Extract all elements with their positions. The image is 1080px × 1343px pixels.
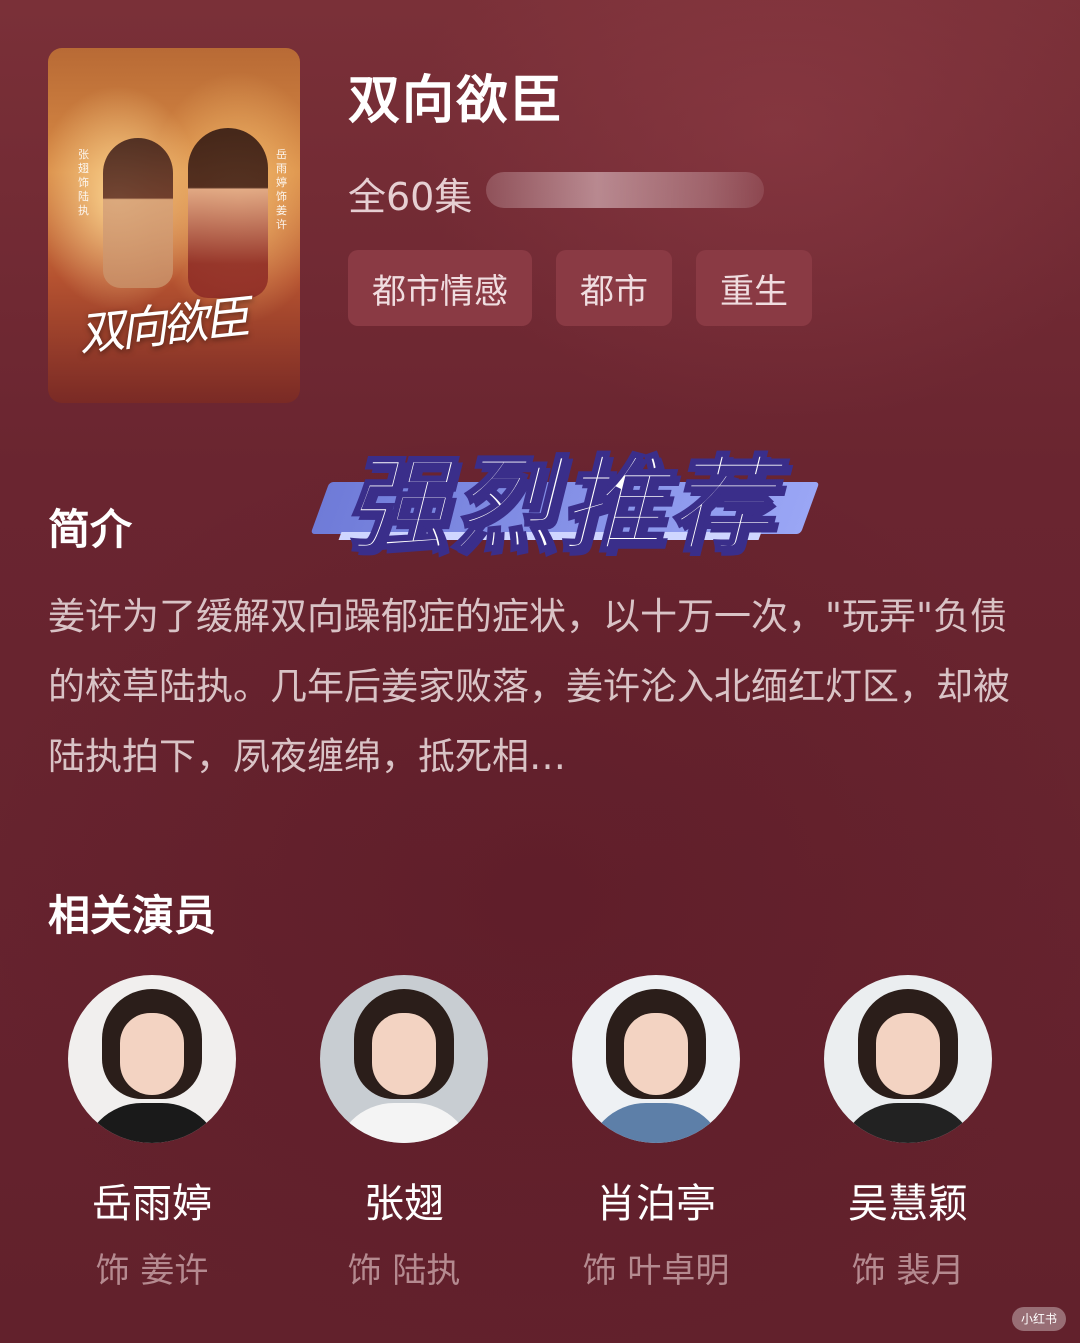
tag-chip[interactable]: 都市 <box>556 250 672 326</box>
actor-card[interactable]: 岳雨婷 饰 姜许 <box>26 975 278 1292</box>
actor-avatar[interactable] <box>824 975 992 1143</box>
avatar-face <box>876 1013 940 1095</box>
avatar-shirt <box>334 1103 474 1143</box>
actor-role: 饰 姜许 <box>95 1251 209 1291</box>
synopsis-text[interactable]: 姜许为了缓解双向躁郁症的症状，以十万一次，"玩弄"负债的校草陆执。几年后姜家败落… <box>48 582 1038 792</box>
tag-chip[interactable]: 重生 <box>696 250 812 326</box>
actor-role: 饰 陆执 <box>347 1251 461 1291</box>
drama-poster[interactable]: 张翅 饰 陆执 岳雨婷 饰 姜许 双向欲臣 <box>48 48 300 403</box>
poster-figure-male <box>103 138 173 288</box>
poster-title-art: 双向欲臣 <box>76 290 249 362</box>
tag-chip[interactable]: 都市情感 <box>348 250 532 326</box>
blurred-redaction <box>486 172 764 208</box>
avatar-shirt <box>586 1103 726 1143</box>
watermark-logo: 小红书 <box>1012 1307 1066 1331</box>
badge-text: 强烈推荐 <box>342 443 777 568</box>
actor-avatar[interactable] <box>68 975 236 1143</box>
actor-card[interactable]: 肖泊亭 饰 叶卓明 <box>530 975 782 1292</box>
avatar-shirt <box>82 1103 222 1143</box>
actor-name: 张翅 <box>364 1181 444 1227</box>
actor-role: 饰 叶卓明 <box>582 1251 730 1291</box>
poster-credit-right: 岳雨婷 饰 姜许 <box>276 148 287 231</box>
actor-avatar[interactable] <box>320 975 488 1143</box>
cast-heading: 相关演员 <box>48 891 217 940</box>
avatar-face <box>372 1013 436 1095</box>
actor-name: 岳雨婷 <box>92 1181 212 1227</box>
recommend-badge: 强烈推荐 <box>310 420 820 568</box>
poster-credit-left: 张翅 饰 陆执 <box>78 148 89 217</box>
actor-card[interactable]: 吴慧颖 饰 裴月 <box>782 975 1034 1292</box>
synopsis-heading: 简介 <box>48 505 133 554</box>
actor-card[interactable]: 张翅 饰 陆执 <box>278 975 530 1292</box>
tag-list: 都市情感 都市 重生 <box>348 250 812 326</box>
avatar-face <box>624 1013 688 1095</box>
episode-count: 全60集 <box>348 175 473 219</box>
actor-name: 吴慧颖 <box>848 1181 968 1227</box>
actor-role: 饰 裴月 <box>851 1251 965 1291</box>
actor-name: 肖泊亭 <box>596 1181 716 1227</box>
avatar-shirt <box>838 1103 978 1143</box>
drama-title: 双向欲臣 <box>348 71 565 131</box>
actor-avatar[interactable] <box>572 975 740 1143</box>
avatar-face <box>120 1013 184 1095</box>
poster-figure-female <box>188 128 268 298</box>
